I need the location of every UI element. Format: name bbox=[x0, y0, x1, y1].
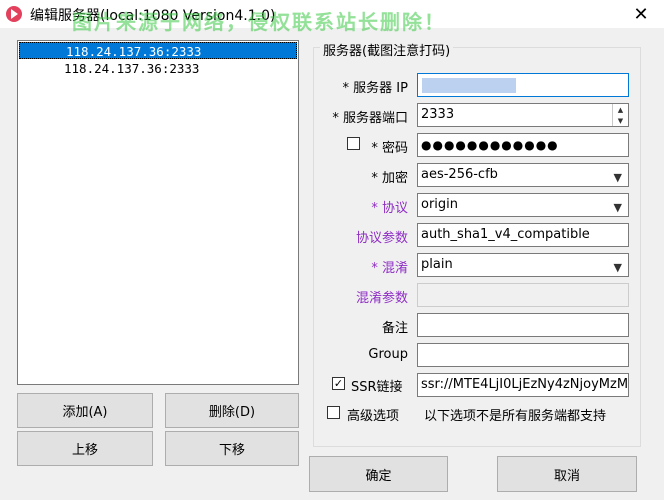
group-input[interactable] bbox=[417, 343, 629, 367]
redacted-ip-mask bbox=[422, 78, 516, 93]
group-box-title: 服务器(截图注意打码) bbox=[320, 40, 454, 59]
watermark-text: 图片来源于网络，侵权联系站长删除！ bbox=[72, 10, 446, 34]
chevron-down-icon: ▼ bbox=[613, 201, 622, 214]
obfs-label: * 混淆 bbox=[371, 261, 408, 276]
encryption-select[interactable]: aes-256-cfb ▼ bbox=[417, 163, 629, 187]
server-port-label: * 服务器端口 bbox=[332, 111, 408, 126]
title-bar: 编辑服务器(local:1080 Version4.1.0) 图片来源于网络，侵… bbox=[0, 0, 664, 34]
list-item[interactable]: 118.24.137.36:2333 bbox=[19, 42, 297, 59]
encryption-label: * 加密 bbox=[371, 171, 408, 186]
ssr-link-checkbox[interactable]: ✓ bbox=[332, 377, 345, 390]
close-button[interactable]: ✕ bbox=[618, 0, 664, 28]
server-ip-input[interactable] bbox=[417, 73, 629, 97]
remarks-input[interactable] bbox=[417, 313, 629, 337]
obfs-param-input[interactable] bbox=[417, 283, 629, 307]
chevron-down-icon: ▼ bbox=[613, 261, 622, 274]
list-item[interactable]: 118.24.137.36:2333 bbox=[18, 60, 298, 77]
obfs-param-label: 混淆参数 bbox=[355, 291, 408, 306]
add-button[interactable]: 添加(A) bbox=[17, 393, 153, 428]
advanced-options-label: 高级选项 bbox=[347, 409, 400, 424]
cancel-button[interactable]: 取消 bbox=[497, 456, 637, 492]
app-icon bbox=[6, 6, 22, 22]
ok-button[interactable]: 确定 bbox=[309, 456, 448, 492]
protocol-param-input[interactable]: auth_sha1_v4_compatible bbox=[417, 223, 629, 247]
chevron-down-icon: ▼ bbox=[613, 171, 622, 184]
checkmark-icon: ✓ bbox=[333, 377, 344, 390]
show-password-checkbox[interactable] bbox=[347, 137, 360, 150]
spin-down-icon[interactable]: ▼ bbox=[613, 115, 628, 126]
password-input[interactable]: ●●●●●●●●●●●● bbox=[417, 133, 629, 157]
server-ip-label: * 服务器 IP bbox=[342, 81, 408, 96]
server-list[interactable]: 118.24.137.36:2333 118.24.137.36:2333 bbox=[17, 40, 299, 385]
group-label: Group bbox=[368, 347, 408, 362]
advanced-options-note: 以下选项不是所有服务端都支持 bbox=[424, 409, 607, 424]
close-icon: ✕ bbox=[633, 3, 649, 25]
remarks-label: 备注 bbox=[381, 321, 408, 336]
protocol-select[interactable]: origin ▼ bbox=[417, 193, 629, 217]
port-spinner[interactable]: ▲ ▼ bbox=[612, 104, 628, 126]
protocol-label: * 协议 bbox=[371, 201, 408, 216]
move-up-button[interactable]: 上移 bbox=[17, 431, 153, 466]
advanced-options-checkbox[interactable] bbox=[327, 406, 340, 419]
ssr-link-label: SSR链接 bbox=[351, 380, 403, 395]
ssr-link-input[interactable]: ssr://MTE4LjI0LjEzNy4zNjoyMzMzOmF1dGhfc2… bbox=[417, 373, 629, 397]
delete-button[interactable]: 删除(D) bbox=[165, 393, 299, 428]
move-down-button[interactable]: 下移 bbox=[165, 431, 299, 466]
obfs-select[interactable]: plain ▼ bbox=[417, 253, 629, 277]
server-port-stepper[interactable]: 2333 ▲ ▼ bbox=[417, 103, 629, 127]
password-label: * 密码 bbox=[371, 141, 408, 156]
protocol-param-label: 协议参数 bbox=[355, 231, 408, 246]
